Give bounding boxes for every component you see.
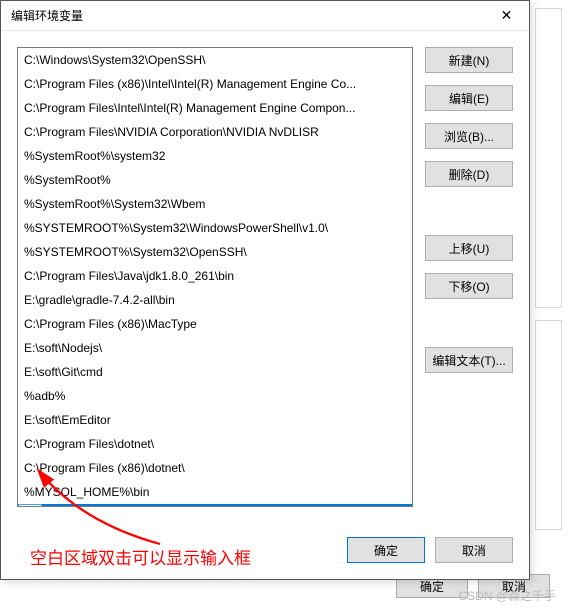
move-up-button[interactable]: 上移(U) [425,235,513,261]
outer-panel-top [535,8,562,308]
list-item[interactable]: C:\Program Files\Intel\Intel(R) Manageme… [18,96,412,120]
list-item[interactable]: %adb% [18,384,412,408]
delete-button[interactable]: 删除(D) [425,161,513,187]
list-item[interactable]: E:\soft\Nodejs\ [18,336,412,360]
list-item[interactable]: %SystemRoot% [18,168,412,192]
list-item[interactable]: %SYSTEMROOT%\System32\OpenSSH\ [18,240,412,264]
list-item[interactable]: %SystemRoot%\system32 [18,144,412,168]
edit-env-var-dialog: 编辑环境变量 ✕ C:\Windows\System32\OpenSSH\C:\… [0,0,530,580]
move-down-button[interactable]: 下移(O) [425,273,513,299]
browse-button[interactable]: 浏览(B)... [425,123,513,149]
dialog-title: 编辑环境变量 [11,7,83,24]
list-item[interactable]: %MYSQL_HOME%\bin [18,480,412,504]
list-item[interactable]: %SYSTEMROOT%\System32\WindowsPowerShell\… [18,216,412,240]
new-button[interactable]: 新建(N) [425,47,513,73]
list-item[interactable]: E:\soft\EmEditor [18,408,412,432]
list-item[interactable]: %SystemRoot%\System32\Wbem [18,192,412,216]
list-item[interactable]: C:\Program Files (x86)\Intel\Intel(R) Ma… [18,72,412,96]
watermark: CSDN @森之千手 [458,587,556,604]
list-item[interactable]: E:\soft\Git\cmd [18,360,412,384]
cancel-button[interactable]: 取消 [435,537,513,563]
path-listbox[interactable]: C:\Windows\System32\OpenSSH\C:\Program F… [17,47,413,507]
list-item[interactable]: E:\gradle\gradle-7.4.2-all\bin [18,288,412,312]
list-item-editing[interactable] [18,504,412,507]
list-item[interactable]: C:\Program Files\dotnet\ [18,432,412,456]
list-item[interactable]: C:\Windows\System32\OpenSSH\ [18,48,412,72]
titlebar: 编辑环境变量 ✕ [1,1,529,31]
edit-selection[interactable] [42,504,412,507]
dialog-body: C:\Windows\System32\OpenSSH\C:\Program F… [1,31,529,537]
close-icon[interactable]: ✕ [484,1,529,31]
list-item[interactable]: C:\Program Files\Java\jdk1.8.0_261\bin [18,264,412,288]
edit-input[interactable] [18,504,42,507]
ok-button[interactable]: 确定 [347,537,425,563]
list-item[interactable]: C:\Program Files (x86)\MacType [18,312,412,336]
outer-panel-bottom [535,320,562,530]
edit-text-button[interactable]: 编辑文本(T)... [425,347,513,373]
list-item[interactable]: C:\Program Files (x86)\dotnet\ [18,456,412,480]
list-item[interactable]: C:\Program Files\NVIDIA Corporation\NVID… [18,120,412,144]
edit-button[interactable]: 编辑(E) [425,85,513,111]
annotation-text: 空白区域双击可以显示输入框 [30,544,251,569]
side-button-column: 新建(N) 编辑(E) 浏览(B)... 删除(D) 上移(U) 下移(O) 编… [425,47,513,521]
